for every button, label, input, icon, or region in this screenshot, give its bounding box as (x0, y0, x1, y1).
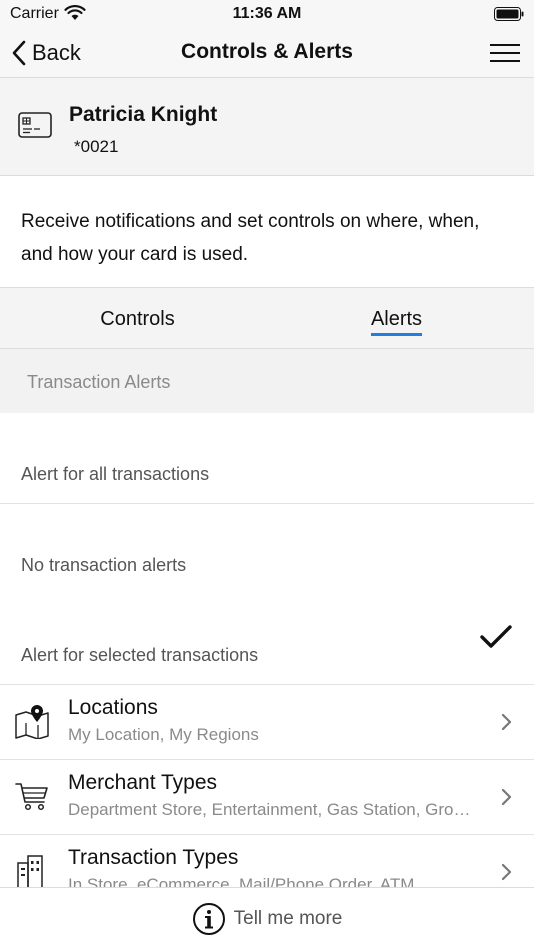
tab-alerts[interactable]: Alerts (263, 288, 530, 348)
back-button[interactable]: Back (12, 38, 81, 68)
back-label: Back (32, 40, 81, 65)
chevron-right-icon (501, 788, 512, 806)
clock: 11:36 AM (232, 5, 302, 22)
tell-me-more-button[interactable]: Tell me more (0, 887, 534, 950)
cardholder-name: Patricia Knight (69, 103, 218, 126)
shopping-cart-icon (15, 783, 48, 811)
merchant-types-row[interactable]: Merchant Types Department Store, Enterta… (0, 760, 534, 835)
hamburger-menu-icon[interactable] (490, 43, 520, 63)
chevron-right-icon (501, 863, 512, 881)
credit-card-icon (18, 112, 52, 138)
map-pin-icon (15, 705, 49, 739)
tab-controls[interactable]: Controls (4, 288, 271, 348)
alert-option-label: Alert for selected transactions (21, 645, 259, 665)
row-subtitle: My Location, My Regions (68, 725, 259, 744)
card-number: *0021 (74, 137, 119, 156)
row-title: Locations (68, 696, 158, 719)
transaction-types-row[interactable]: Transaction Types In Store, eCommerce, M… (0, 835, 534, 887)
buildings-icon (17, 855, 43, 887)
tab-controls-label: Controls (100, 308, 175, 330)
status-bar: Carrier 11:36 AM (0, 0, 534, 28)
navigation-bar: Back Controls & Alerts (0, 28, 534, 78)
chevron-right-icon (501, 713, 512, 731)
tell-me-more-label: Tell me more (233, 908, 343, 929)
battery-icon (494, 7, 524, 21)
card-header: Patricia Knight *0021 (0, 78, 534, 176)
alert-option-all[interactable]: Alert for all transactions (0, 413, 534, 504)
tab-alerts-label: Alerts (370, 305, 423, 336)
row-title: Merchant Types (68, 771, 218, 794)
alert-option-label: No transaction alerts (21, 555, 187, 575)
row-subtitle: In Store, eCommerce, Mail/Phone Order, A… (68, 875, 415, 887)
alert-option-none[interactable]: No transaction alerts (0, 504, 534, 595)
alert-option-selected[interactable]: Alert for selected transactions (0, 594, 534, 685)
row-subtitle: Department Store, Entertainment, Gas Sta… (68, 800, 478, 819)
row-title: Transaction Types (68, 846, 239, 869)
tab-bar: Controls Alerts (0, 287, 534, 349)
section-header: Transaction Alerts (0, 349, 534, 413)
alert-option-label: Alert for all transactions (21, 464, 210, 484)
locations-row[interactable]: Locations My Location, My Regions (0, 685, 534, 760)
info-icon (192, 903, 225, 935)
chevron-left-icon (12, 40, 26, 66)
description-text: Receive notifications and set controls o… (0, 177, 534, 287)
checkmark-icon (480, 625, 512, 648)
